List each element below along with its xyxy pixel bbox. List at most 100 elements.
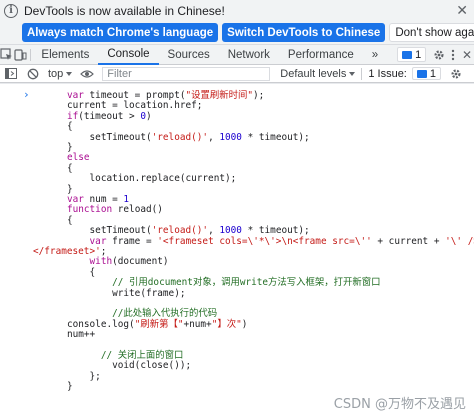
infobar-buttons: Always match Chrome's language Switch De… xyxy=(22,23,474,42)
code-token: ); xyxy=(253,90,265,101)
code-token: 1 xyxy=(123,194,130,205)
code-token: "设置刷新时间" xyxy=(185,90,254,101)
code-token: } xyxy=(66,183,73,195)
code-token: location.replace(current); xyxy=(66,173,237,185)
code-token: frame = xyxy=(112,235,158,247)
log-levels-value: Default levels xyxy=(280,67,347,80)
code-token: ) xyxy=(241,318,248,330)
code-token: num = xyxy=(89,194,124,205)
code-line: location.replace(current); xyxy=(66,173,237,185)
code-token: </frameset>' xyxy=(33,246,101,257)
tab-network[interactable]: Network xyxy=(219,45,279,65)
code-token: else xyxy=(66,152,90,164)
close-devtools-icon[interactable]: ✕ xyxy=(460,45,474,65)
code-token: }; xyxy=(66,370,101,382)
more-tabs-button[interactable]: » xyxy=(363,45,387,65)
code-line: function reload() xyxy=(67,205,163,215)
device-toolbar-icon[interactable] xyxy=(14,45,28,65)
code-token: { xyxy=(66,121,73,133)
more-options-icon[interactable] xyxy=(446,45,460,65)
code-line: var frame = '<frameset cols=\'*\'>\n<fra… xyxy=(67,235,474,247)
clear-console-icon[interactable] xyxy=(22,64,44,84)
code-token: +num+ xyxy=(183,318,212,330)
dont-show-again-button[interactable]: Don't show again xyxy=(389,23,474,42)
code-line: write(frame); xyxy=(67,288,185,299)
eye-icon[interactable] xyxy=(76,64,98,84)
code-token: var xyxy=(89,235,113,247)
code-token: reload() xyxy=(117,204,163,216)
code-token: // 引用document对象，调用write方法写入框架，打开新窗口 xyxy=(112,277,381,289)
code-token: setTimeout( xyxy=(66,131,152,143)
chevron-down-icon xyxy=(349,71,356,76)
message-icon xyxy=(402,50,413,59)
code-token: { xyxy=(66,162,73,174)
tab-performance[interactable]: Performance xyxy=(279,45,363,65)
code-token: //此处输入代执行的代码 xyxy=(112,308,218,320)
close-icon[interactable]: ✕ xyxy=(456,2,468,19)
code-token: * timeout); xyxy=(241,225,310,237)
tab-elements[interactable]: Elements xyxy=(32,45,98,65)
console-settings-gear-icon[interactable] xyxy=(445,64,467,84)
code-token: void(close()); xyxy=(66,360,192,372)
code-token: var xyxy=(66,194,90,205)
code-token: '<frameset cols=\'*\'>\n<frame src=\'' xyxy=(157,235,372,247)
gear-icon[interactable] xyxy=(432,45,446,65)
context-selector[interactable]: top xyxy=(44,68,76,80)
code-line: num++ xyxy=(66,329,96,341)
code-line: } xyxy=(66,381,73,393)
code-token: 'reload()' xyxy=(151,131,209,143)
code-token: "刷新第【" xyxy=(134,318,184,330)
code-token: var xyxy=(66,90,90,101)
code-token: '\' /> xyxy=(445,235,474,247)
code-token: 1000 xyxy=(219,225,242,237)
log-levels-selector[interactable]: Default levels xyxy=(276,68,359,80)
code-token: ) xyxy=(146,110,152,122)
tab-console[interactable]: Console xyxy=(98,45,159,65)
info-icon: i xyxy=(4,4,18,18)
language-infobar: i DevTools is now available in Chinese! … xyxy=(0,0,474,45)
sidebar-toggle-icon[interactable] xyxy=(0,64,22,84)
code-line: setTimeout('reload()', 1000 * timeout); xyxy=(66,131,310,143)
code-token: with xyxy=(89,256,113,268)
code-token: num++ xyxy=(66,329,96,341)
devtools-tabbar: Elements Console Sources Network Perform… xyxy=(0,45,474,65)
console-toolbar: top Filter Default levels 1 Issue: 1 xyxy=(0,65,474,83)
inspect-element-icon[interactable] xyxy=(0,45,14,65)
watermark: CSDN @万物不及遇见 xyxy=(333,397,466,412)
issues-link[interactable]: 1 Issue: 1 xyxy=(364,67,445,80)
issues-toolbar-badge: 1 xyxy=(411,67,441,80)
code-token: console.log( xyxy=(66,318,135,330)
code-token: if xyxy=(66,110,79,122)
code-token: , xyxy=(208,131,220,143)
code-token: // 关闭上面的窗口 xyxy=(100,350,184,361)
code-line: if(timeout > 0) xyxy=(66,110,152,122)
filter-input[interactable]: Filter xyxy=(102,66,271,81)
issues-counter-button[interactable]: 1 xyxy=(397,47,427,62)
code-token: setTimeout( xyxy=(66,225,152,237)
code-token: ; xyxy=(100,246,107,257)
switch-to-chinese-button[interactable]: Switch DevTools to Chinese xyxy=(222,23,386,42)
message-icon xyxy=(416,69,427,78)
infobar-message-row: i DevTools is now available in Chinese! xyxy=(4,3,225,19)
code-token: } xyxy=(66,381,73,393)
toolbar-separator xyxy=(361,67,363,80)
issues-toolbar-count: 1 xyxy=(429,67,436,80)
code-token: function xyxy=(66,204,118,216)
issues-count: 1 xyxy=(415,48,422,61)
infobar-message: DevTools is now available in Chinese! xyxy=(24,4,225,18)
tab-sources[interactable]: Sources xyxy=(159,45,219,65)
tab-separator xyxy=(29,48,31,61)
console-prompt-icon: › xyxy=(23,88,30,101)
always-match-language-button[interactable]: Always match Chrome's language xyxy=(22,23,219,42)
code-token: 'reload()' xyxy=(151,225,209,237)
console-panel[interactable]: › var timeout = prompt("设置刷新时间"); current… xyxy=(0,83,474,416)
code-token: * timeout); xyxy=(241,131,310,143)
chevron-down-icon xyxy=(66,71,73,76)
code-token: "】次" xyxy=(211,318,242,330)
code-token: current = location.href; xyxy=(66,100,203,112)
